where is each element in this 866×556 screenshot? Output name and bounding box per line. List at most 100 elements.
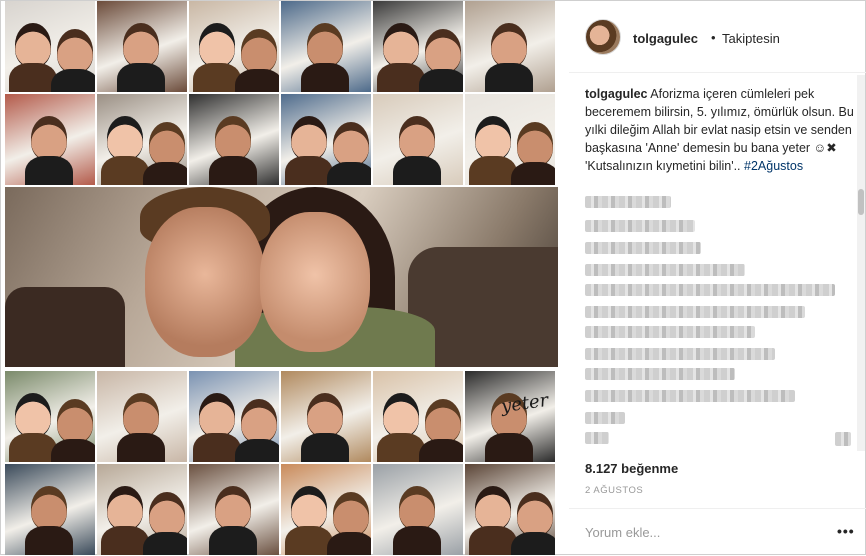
- post-header: tolgagulec • Takiptesin: [569, 1, 866, 73]
- collage-photo-tile: [465, 1, 555, 92]
- person-shape: [123, 23, 159, 67]
- collage-photo-tile: [373, 1, 463, 92]
- collage-photo-tile: [189, 371, 279, 462]
- more-options-button[interactable]: •••: [837, 523, 855, 539]
- collage-photo-tile: [189, 94, 279, 185]
- person-shape: [291, 486, 327, 530]
- collage-photo-tile: [97, 371, 187, 462]
- post-window: yeter tolgagulec • Takiptesin tolgagulec…: [0, 0, 866, 555]
- comment-bar: •••: [569, 508, 866, 556]
- person-shape: [475, 116, 511, 160]
- collage-photo-tile: [465, 464, 555, 555]
- person-shape: [307, 23, 343, 67]
- person-body-shape: [393, 156, 441, 185]
- blurred-comment: [585, 432, 609, 444]
- person-body-shape: [301, 63, 349, 92]
- blurred-comment: [585, 326, 755, 338]
- collage-photo-tile: [281, 94, 371, 185]
- person-shape: [199, 23, 235, 67]
- person-shape: [15, 23, 51, 67]
- blurred-comment: [585, 242, 701, 254]
- person-body-shape: [485, 63, 533, 92]
- person-shape: [57, 29, 93, 73]
- person-body-shape: [51, 439, 95, 462]
- collage-photo-tile: [373, 371, 463, 462]
- blurred-comment: [585, 348, 775, 360]
- person-body-shape: [469, 526, 517, 555]
- person-body-shape: [193, 433, 241, 462]
- collage-photo-tile: [281, 464, 371, 555]
- person-body-shape: [235, 439, 279, 462]
- person-shape: [241, 399, 277, 443]
- person-shape: [425, 29, 461, 73]
- blurred-comment: [585, 390, 795, 402]
- collage-photo-tile: [5, 1, 95, 92]
- person-shape: [215, 486, 251, 530]
- collage-photo-tile: [465, 94, 555, 185]
- person-shape: [399, 486, 435, 530]
- person-shape: [241, 29, 277, 73]
- person-body-shape: [209, 156, 257, 185]
- collage-photo-tile: [373, 94, 463, 185]
- person-shape: [31, 486, 67, 530]
- collage-photo-tile: [189, 464, 279, 555]
- person-shape: [491, 23, 527, 67]
- person-body-shape: [143, 162, 187, 185]
- follow-status-button[interactable]: Takiptesin: [722, 31, 780, 46]
- person-shape: [307, 393, 343, 437]
- blurred-comment: [585, 220, 695, 232]
- avatar[interactable]: [585, 19, 621, 55]
- person-shape: [383, 23, 419, 67]
- blurred-comment: [585, 368, 735, 380]
- person-body-shape: [485, 433, 533, 462]
- person-shape: [149, 492, 185, 536]
- person-shape: [215, 116, 251, 160]
- person-body-shape: [511, 532, 555, 555]
- comment-input[interactable]: [585, 522, 815, 542]
- person-body-shape: [327, 162, 371, 185]
- caption-hashtag[interactable]: #2Ağustos: [744, 159, 803, 173]
- person-body-shape: [25, 156, 73, 185]
- sofa-shape: [5, 287, 125, 367]
- person-body-shape: [301, 433, 349, 462]
- person-shape: [199, 393, 235, 437]
- face-shape: [260, 212, 370, 352]
- caption-username[interactable]: tolgagulec: [585, 87, 648, 101]
- person-body-shape: [469, 156, 517, 185]
- comments-scrollbar[interactable]: [857, 75, 865, 451]
- collage-hero-photo: [5, 187, 558, 367]
- person-shape: [333, 122, 369, 166]
- person-shape: [383, 393, 419, 437]
- person-shape: [425, 399, 461, 443]
- blurred-comment: [835, 432, 851, 446]
- post-date[interactable]: 2 AĞUSTOS: [585, 485, 643, 496]
- person-shape: [31, 116, 67, 160]
- person-body-shape: [419, 69, 463, 92]
- person-shape: [475, 486, 511, 530]
- person-body-shape: [193, 63, 241, 92]
- blurred-comment: [585, 264, 745, 276]
- collage-photo-tile: [97, 464, 187, 555]
- blurred-comment: [585, 412, 625, 424]
- person-body-shape: [143, 532, 187, 555]
- person-shape: [107, 486, 143, 530]
- person-body-shape: [419, 439, 463, 462]
- header-separator: •: [711, 30, 716, 45]
- person-body-shape: [101, 526, 149, 555]
- person-body-shape: [117, 433, 165, 462]
- collage-photo-tile: [97, 1, 187, 92]
- person-body-shape: [101, 156, 149, 185]
- collage-photo-tile: [5, 94, 95, 185]
- person-shape: [149, 122, 185, 166]
- header-username[interactable]: tolgagulec: [633, 31, 698, 46]
- person-shape: [291, 116, 327, 160]
- person-body-shape: [377, 63, 425, 92]
- comments-list-blurred: [585, 196, 855, 451]
- collage-photo-tile: yeter: [465, 371, 555, 462]
- collage-photo-tile: [281, 1, 371, 92]
- likes-count[interactable]: 8.127 beğenme: [585, 461, 678, 476]
- scrollbar-thumb[interactable]: [858, 189, 864, 215]
- person-body-shape: [327, 532, 371, 555]
- collage-photo-tile: [281, 371, 371, 462]
- person-shape: [399, 116, 435, 160]
